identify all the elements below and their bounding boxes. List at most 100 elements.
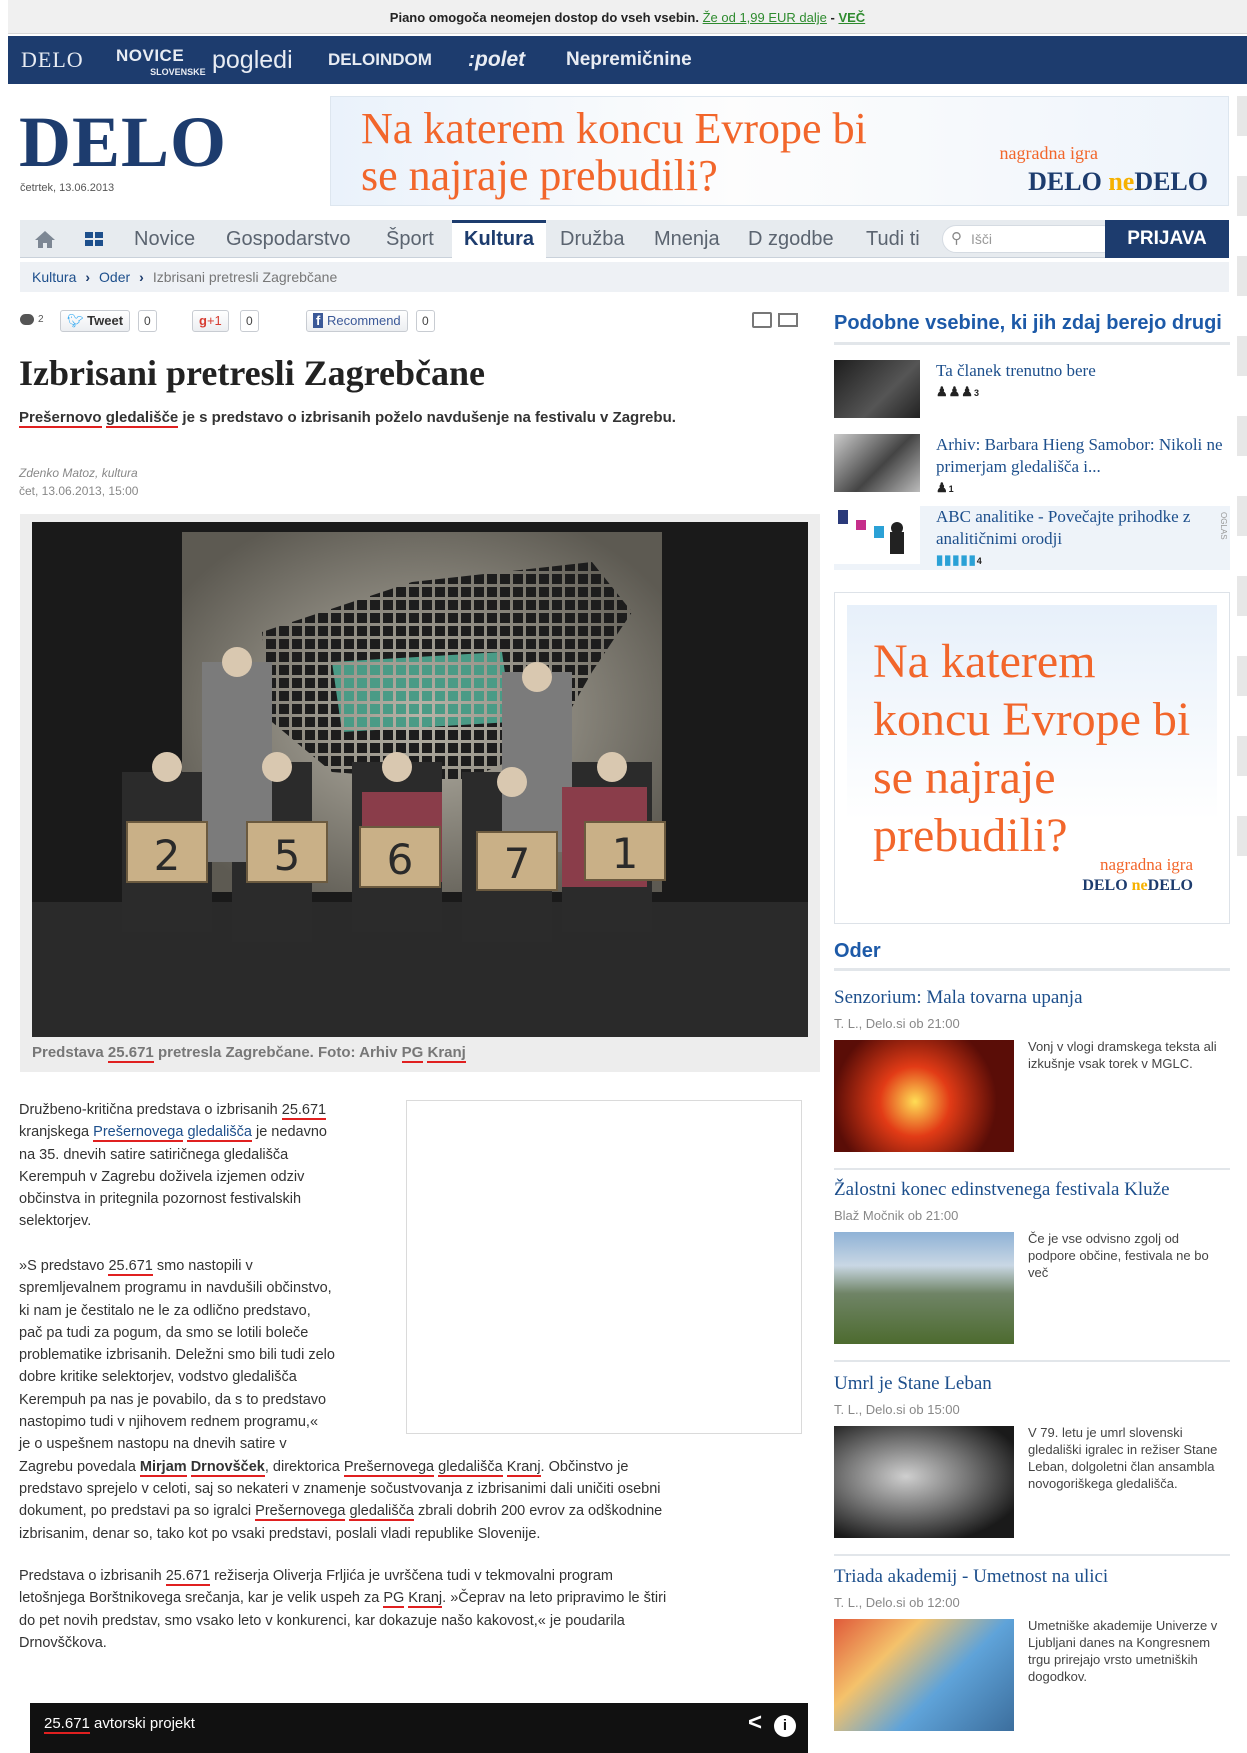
story-image[interactable] [834,1426,1014,1538]
top-ad-brand: DELO neDELO [1028,167,1208,197]
print-icon[interactable] [752,312,772,328]
nav-item-novice[interactable]: Novice [134,220,195,258]
article-date: čet, 13.06.2013, 15:00 [19,484,139,498]
keyword-link[interactable]: Mirjam [139,1458,187,1477]
keyword-link[interactable]: 25.671 [165,1568,211,1586]
related-title[interactable]: Ta članek trenutno bere [936,360,1226,382]
side-ad-question: Na katerem koncu Evrope bi se najraje pr… [873,635,1191,862]
tweet-button[interactable]: 🐦︎ Tweet [60,310,131,332]
oder-story[interactable]: Žalostni konec edinstvenega festivala Kl… [834,1178,1230,1364]
caption-keyword[interactable]: Kranj [427,1044,466,1063]
text-run: letošnjega Borštnikovega srečanja, kar j… [19,1590,384,1607]
network-nepremicnine-link[interactable]: Nepremičnine [566,36,692,84]
gplus-button[interactable]: g+1 [192,310,229,332]
breadcrumb-kultura[interactable]: Kultura [32,269,76,285]
network-delo-link[interactable]: DELO [21,36,84,84]
nav-item-druzba[interactable]: Družba [560,220,624,258]
promo-more-link[interactable]: VEČ [838,10,865,25]
top-banner-ad[interactable]: Na katerem koncu Evrope bi se najraje pr… [330,96,1229,206]
story-title[interactable]: Senzorium: Mala tovarna upanja [834,986,1230,1010]
keyword-link[interactable]: Prešernovega [93,1124,184,1143]
text-run: , direktorica [264,1458,344,1475]
related-title[interactable]: ABC analitike - Povečajte prihodke z ana… [936,506,1226,550]
keyword-link[interactable]: gledališča [349,1503,414,1522]
text-run: dokument, po predstavi pa so igralci [19,1503,256,1520]
nav-item-sport[interactable]: Šport [386,220,434,258]
article-photo[interactable]: 2 5 6 7 1 [32,522,808,1037]
recommend-count: 0 [416,310,435,332]
keyword-link[interactable]: Prešernovega [255,1503,346,1522]
breadcrumb: Kultura › Oder › Izbrisani pretresli Zagrebč… [20,262,1229,292]
page-edge-strip [1237,96,1247,856]
lead-keyword[interactable]: gledališče [105,409,179,428]
keyword-link[interactable]: 25.671 [281,1102,327,1120]
recommend-button[interactable]: f Recommend [306,310,408,332]
comment-count: 2 [38,314,44,325]
header-date: četrtek, 13.06.2013 [20,182,115,194]
keyword-link[interactable]: gledališča [438,1458,503,1477]
article-photo-frame: 2 5 6 7 1 Predstava 25.671 pretresla Zag… [20,514,820,1072]
text-line: problematike izbrisanih. Deležni smo bil… [19,1347,335,1364]
nav-item-tudi-ti[interactable]: Tudi ti [866,220,920,258]
search-input[interactable]: ⚲ Išči [942,225,1117,253]
promo-price-link[interactable]: Že od 1,99 EUR dalje [703,10,827,25]
story-image[interactable] [834,1232,1014,1344]
mail-icon[interactable] [778,313,798,327]
related-title[interactable]: Arhiv: Barbara Hieng Samobor: Nikoli ne … [936,434,1226,478]
video-player[interactable]: 25.671 avtorski projekt < i [30,1703,808,1753]
article-lead: Prešernovo gledališče je s predstavo o i… [19,407,779,429]
oder-heading[interactable]: Oder [834,940,881,963]
network-novice-link[interactable]: SLOVENSKE NOVICE [116,47,206,77]
story-summary: Umetniške akademije Univerze v Ljubljani… [1028,1618,1218,1684]
delo-logo[interactable]: DELO [19,106,227,178]
nav-item-mnenja[interactable]: Mnenja [654,220,720,258]
network-deloindom-link[interactable]: DELOINDOM [328,36,432,84]
share-icon[interactable]: < [748,1709,762,1737]
related-item[interactable]: Arhiv: Barbara Hieng Samobor: Nikoli ne … [834,434,1230,498]
breadcrumb-oder[interactable]: Oder [99,269,130,285]
keyword-link[interactable]: Prešernovega [343,1458,435,1477]
network-pogledi-link[interactable]: pogledi [212,36,293,84]
promo-bar: Piano omogoča neomejen dostop do vseh vs… [8,0,1247,34]
oder-story[interactable]: Triada akademij - Umetnost na ulici T. L… [834,1565,1230,1751]
text-run: »S predstavo [19,1258,109,1274]
comment-bubble-icon[interactable] [20,314,34,325]
info-icon[interactable]: i [774,1715,796,1737]
keyword-link[interactable]: 25.671 [108,1258,153,1276]
caption-keyword[interactable]: 25.671 [107,1044,154,1063]
sidebar-ad[interactable]: Na katerem koncu Evrope bi se najraje pr… [834,592,1230,924]
story-title[interactable]: Umrl je Stane Leban [834,1372,1230,1396]
login-button[interactable]: PRIJAVA [1105,220,1229,258]
social-share-row: 2 🐦︎ Tweet 0 g+1 0 f Recommend 0 [20,310,800,332]
text-line: Drnovščkova. [19,1634,107,1651]
reader-count-value: 3 [973,388,980,398]
photo-sign: 1 [612,829,639,878]
sections-grid-icon[interactable] [84,220,104,258]
nav-item-gospodarstvo[interactable]: Gospodarstvo [226,220,351,258]
brand-part-c: DELO [1147,877,1193,894]
story-title[interactable]: Žalostni konec edinstvenega festivala Kl… [834,1178,1230,1202]
story-title[interactable]: Triada akademij - Umetnost na ulici [834,1565,1230,1589]
oder-story[interactable]: Umrl je Stane Leban T. L., Delo.si ob 15… [834,1372,1230,1558]
keyword-link[interactable]: Kranj [506,1458,541,1477]
story-image[interactable] [834,1619,1014,1731]
photo-sign: 7 [504,839,531,888]
nav-item-d-zgodbe[interactable]: D zgodbe [748,220,834,258]
story-image[interactable] [834,1040,1014,1152]
keyword-link[interactable]: Kranj [408,1590,443,1609]
video-keyword[interactable]: 25.671 [44,1715,90,1734]
network-polet-link[interactable]: :polet [468,36,525,84]
search-icon: ⚲ [951,230,962,247]
lead-keyword[interactable]: Prešernovo [19,409,102,428]
home-icon[interactable] [32,220,58,258]
keyword-link[interactable]: Drnovšček [190,1458,265,1477]
oder-story[interactable]: Senzorium: Mala tovarna upanja T. L., De… [834,986,1230,1172]
sidebar-ad-creative: Na katerem koncu Evrope bi se najraje pr… [847,605,1217,913]
keyword-link[interactable]: gledališča [187,1124,252,1143]
related-item[interactable]: Ta članek trenutno bere ♟♟♟3 [834,360,1230,424]
nav-item-kultura[interactable]: Kultura [452,220,546,258]
keyword-link[interactable]: PG [383,1590,405,1609]
caption-keyword[interactable]: PG [401,1044,424,1063]
related-item-sponsored[interactable]: ABC analitike - Povečajte prihodke z ana… [834,506,1230,570]
video-title: 25.671 avtorski projekt [44,1715,195,1734]
